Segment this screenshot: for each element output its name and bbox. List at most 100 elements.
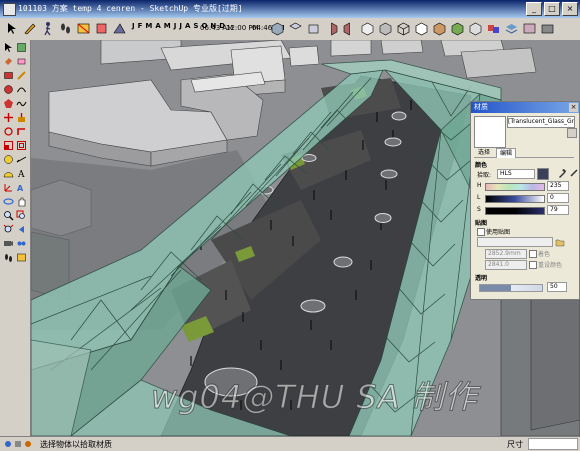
colorize-checkbox[interactable]	[529, 250, 537, 258]
l-value-field[interactable]: 0	[547, 193, 569, 203]
month-label: F	[137, 22, 143, 30]
3d-text-icon[interactable]: A	[16, 182, 27, 193]
eraser-icon[interactable]	[16, 56, 27, 67]
wireframe-style-icon[interactable]	[396, 21, 411, 36]
measurements-box[interactable]	[528, 438, 578, 450]
text-tool-icon[interactable]: A	[16, 168, 27, 179]
close-button[interactable]: ×	[562, 2, 578, 16]
monochrome-style-icon[interactable]	[468, 21, 483, 36]
left-view-icon[interactable]	[360, 21, 375, 36]
tab-edit[interactable]: 编辑	[496, 148, 517, 158]
polygon-tool-icon[interactable]	[3, 98, 14, 109]
follow-me-tool-icon[interactable]	[16, 126, 27, 137]
maximize-button[interactable]: □	[544, 2, 560, 16]
material-preview-swatch[interactable]	[474, 116, 506, 148]
previous-view-icon[interactable]	[16, 224, 27, 235]
match-color-icon[interactable]	[569, 168, 579, 178]
shaded-style-icon[interactable]	[432, 21, 447, 36]
right-view-icon[interactable]	[324, 21, 339, 36]
top-view-icon[interactable]	[288, 21, 303, 36]
look-around-icon[interactable]	[16, 238, 27, 249]
l-slider[interactable]	[485, 195, 545, 203]
line-tool-icon[interactable]	[16, 70, 27, 81]
create-material-icon[interactable]	[567, 128, 577, 138]
status-bar: 选择物体以拾取材质 尺寸	[0, 436, 580, 451]
section-display-icon[interactable]	[94, 21, 109, 36]
scenes-icon[interactable]	[540, 21, 555, 36]
color-model-select[interactable]: HLS	[497, 169, 535, 179]
l-label: L	[477, 194, 481, 201]
axes-tool-icon[interactable]	[3, 182, 14, 193]
select-arrow-icon[interactable]	[4, 21, 19, 36]
status-icons	[5, 441, 31, 447]
eyedropper-icon[interactable]	[557, 168, 567, 178]
month-label: A	[155, 22, 161, 30]
protractor-icon[interactable]	[3, 168, 14, 179]
h-value-field[interactable]: 235	[547, 181, 569, 191]
s-slider[interactable]	[485, 207, 545, 215]
svg-text:A: A	[17, 170, 25, 179]
paint-bucket-icon[interactable]	[3, 56, 14, 67]
arc-tool-icon[interactable]	[16, 84, 27, 95]
iso-view-icon[interactable]	[270, 21, 285, 36]
rectangle-tool-icon[interactable]	[3, 70, 14, 81]
tape-measure-icon[interactable]	[3, 154, 14, 165]
materials-icon[interactable]	[522, 21, 537, 36]
move-tool-icon[interactable]	[3, 112, 14, 123]
browse-folder-icon[interactable]	[555, 237, 565, 247]
scale-tool-icon[interactable]	[3, 140, 14, 151]
section-plane-tool-icon[interactable]	[16, 252, 27, 263]
reset-color-checkbox[interactable]	[529, 261, 537, 269]
texture-section-label: 贴图	[475, 220, 488, 227]
rotate-tool-icon[interactable]	[3, 126, 14, 137]
offset-tool-icon[interactable]	[16, 140, 27, 151]
layers-icon[interactable]	[504, 21, 519, 36]
dimension-tool-icon[interactable]	[16, 154, 27, 165]
select-tool-icon[interactable]	[3, 42, 14, 53]
circle-tool-icon[interactable]	[3, 84, 14, 95]
pencil-icon[interactable]	[22, 21, 37, 36]
walk-icon[interactable]	[40, 21, 55, 36]
footprints-icon[interactable]	[58, 21, 73, 36]
month-label: A	[184, 22, 191, 30]
material-tabs: 选择 编辑	[474, 148, 574, 158]
minimize-button[interactable]: _	[526, 2, 542, 16]
walk-tool-icon[interactable]	[3, 252, 14, 263]
h-slider[interactable]	[485, 183, 545, 191]
texture-height-field[interactable]: 2841.0	[485, 260, 527, 270]
materials-panel-header: 材质 ×	[471, 102, 579, 113]
window-controls: _ □ ×	[526, 2, 578, 16]
color-swatch[interactable]	[537, 168, 549, 180]
texture-path-field[interactable]	[477, 237, 553, 247]
opacity-slider[interactable]	[479, 284, 543, 292]
texture-width-field[interactable]: 2852.9mm	[485, 249, 527, 259]
month-label: J	[179, 22, 182, 30]
opacity-value-field[interactable]: 50	[547, 282, 567, 292]
zoom-tool-icon[interactable]	[3, 210, 14, 221]
s-value-field[interactable]: 79	[547, 205, 569, 215]
shadow-settings-icon[interactable]	[112, 21, 127, 36]
reset-color-label: 重设颜色	[538, 262, 563, 269]
section-plane-icon[interactable]	[76, 21, 91, 36]
position-camera-icon[interactable]	[3, 238, 14, 249]
front-view-icon[interactable]	[306, 21, 321, 36]
material-name-field[interactable]: [Translucent_Glass_Gra	[507, 116, 575, 128]
hidden-line-style-icon[interactable]	[414, 21, 429, 36]
shaded-texture-style-icon[interactable]	[450, 21, 465, 36]
xray-style-icon[interactable]	[378, 21, 393, 36]
month-label: J	[173, 22, 177, 30]
window-title: 101103 方案 temp 4 cenren - SketchUp 专业版[过…	[18, 4, 243, 13]
freehand-tool-icon[interactable]	[16, 98, 27, 109]
make-component-icon[interactable]	[16, 42, 27, 53]
orbit-tool-icon[interactable]	[3, 196, 14, 207]
zoom-extents-icon[interactable]	[3, 224, 14, 235]
push-pull-tool-icon[interactable]	[16, 112, 27, 123]
back-view-icon[interactable]	[342, 21, 357, 36]
materials-panel-close-button[interactable]: ×	[569, 103, 578, 112]
components-icon[interactable]	[486, 21, 501, 36]
tab-select[interactable]: 选择	[475, 148, 493, 157]
use-texture-checkbox[interactable]	[477, 228, 485, 236]
picker-label: 拾取:	[477, 172, 492, 179]
zoom-window-icon[interactable]	[16, 210, 27, 221]
pan-tool-icon[interactable]	[16, 196, 27, 207]
